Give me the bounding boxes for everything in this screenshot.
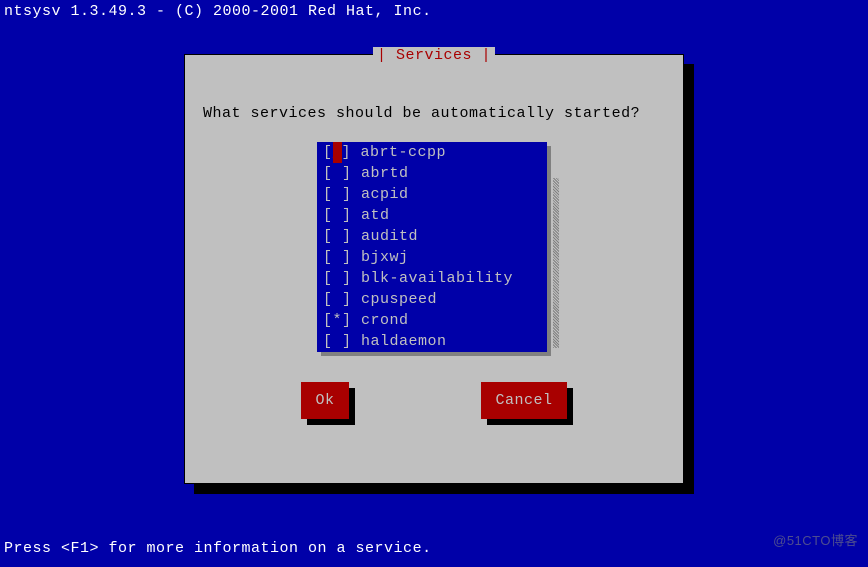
watermark: @51CTO博客 [773, 530, 858, 549]
ok-button[interactable]: Ok [301, 382, 348, 419]
app-header: ntsysv 1.3.49.3 - (C) 2000-2001 Red Hat,… [0, 0, 868, 23]
service-item[interactable]: [_] abrt-ccpp [317, 142, 547, 163]
services-dialog: | Services | What services should be aut… [184, 54, 684, 484]
listbox-inner: [_] abrt-ccpp[ ] abrtd[ ] acpid[ ] atd[ … [317, 142, 547, 352]
cancel-button[interactable]: Cancel [481, 382, 566, 419]
service-item[interactable]: [ ] haldaemon [317, 331, 547, 352]
service-item[interactable]: [ ] abrtd [317, 163, 547, 184]
service-item[interactable]: [*] crond [317, 310, 547, 331]
service-item[interactable]: [ ] bjxwj [317, 247, 547, 268]
cursor-icon: _ [333, 142, 342, 163]
service-item[interactable]: [ ] auditd [317, 226, 547, 247]
dialog-title: | Services | [373, 47, 495, 64]
scroll-track[interactable] [553, 178, 559, 348]
service-item[interactable]: [ ] cpuspeed [317, 289, 547, 310]
scroll-thumb[interactable] [553, 160, 559, 178]
service-item[interactable]: [ ] atd [317, 205, 547, 226]
services-listbox[interactable]: [_] abrt-ccpp[ ] abrtd[ ] acpid[ ] atd[ … [317, 142, 551, 352]
dialog-prompt: What services should be automatically st… [185, 55, 683, 142]
services-dialog-container: | Services | What services should be aut… [184, 54, 684, 484]
service-item[interactable]: [ ] acpid [317, 184, 547, 205]
scrollbar[interactable] [553, 160, 559, 348]
service-item[interactable]: [ ] blk-availability [317, 268, 547, 289]
button-row: Ok Cancel [185, 352, 683, 419]
footer-help: Press <F1> for more information on a ser… [4, 540, 432, 557]
